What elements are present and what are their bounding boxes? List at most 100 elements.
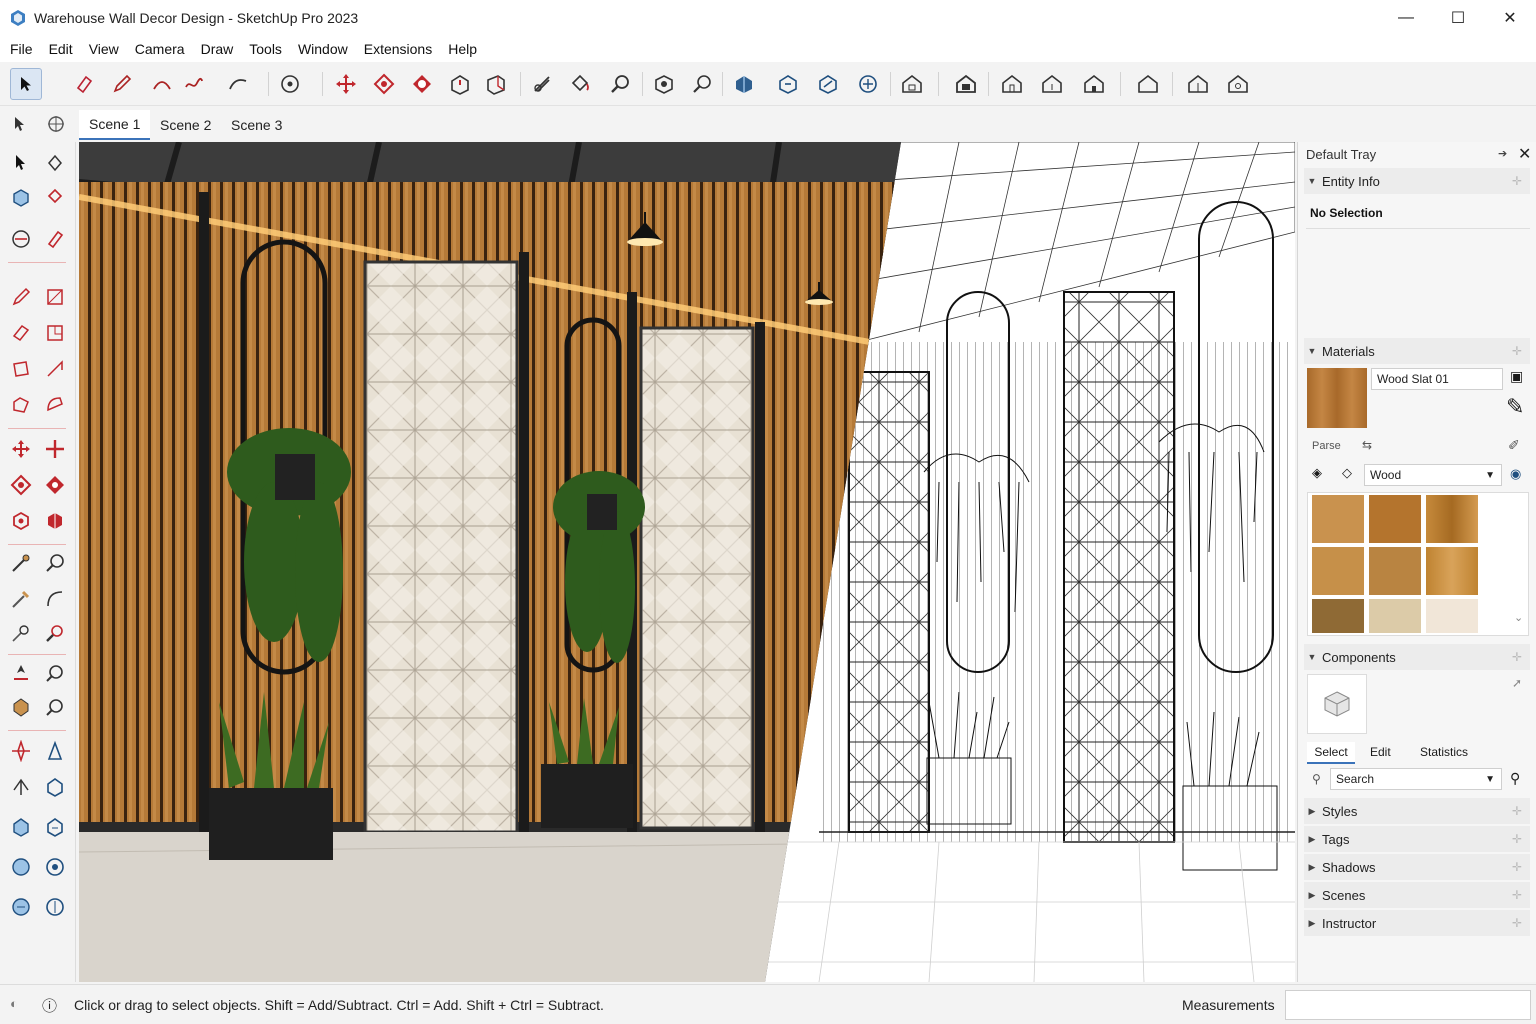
arc-tool-button[interactable] (146, 68, 178, 100)
material-link-icon[interactable]: ⇆ (1362, 438, 1372, 452)
home-nav-icon[interactable]: ◈ (1312, 465, 1322, 481)
close-button[interactable]: ✕ (1484, 0, 1536, 36)
extension-tool[interactable] (40, 812, 70, 842)
generate-report-tool[interactable] (6, 892, 36, 922)
orbit-tool-button[interactable] (274, 68, 306, 100)
extension-manager-button[interactable] (852, 68, 884, 100)
menu-help[interactable]: Help (440, 41, 485, 57)
menu-draw[interactable]: Draw (193, 41, 242, 57)
panel-pin-icon[interactable]: ✛ (1512, 832, 1522, 846)
eraser-tool-button[interactable] (68, 68, 100, 100)
orbit-view-tool[interactable] (6, 658, 36, 688)
zoom-extents-button[interactable] (648, 68, 680, 100)
look-around-tool[interactable] (40, 736, 70, 766)
follow-me-tool[interactable] (40, 470, 70, 500)
panel-pin-icon[interactable]: ✛ (1512, 174, 1522, 188)
make-component-tool[interactable] (6, 182, 36, 212)
panel-pin-icon[interactable]: ✛ (1512, 804, 1522, 818)
material-swatch[interactable] (1426, 495, 1478, 543)
menu-edit[interactable]: Edit (41, 41, 81, 57)
entity-info-header[interactable]: ▼ Entity Info ✛ (1304, 168, 1530, 194)
view-left-button[interactable] (1132, 68, 1164, 100)
material-swatch[interactable] (1369, 547, 1421, 595)
position-camera-tool[interactable] (6, 736, 36, 766)
pushpull-tool[interactable] (40, 434, 70, 464)
section-tool[interactable] (40, 618, 70, 648)
eraser-tool[interactable] (40, 224, 70, 254)
back-nav-icon[interactable]: ◇ (1342, 465, 1352, 481)
measurements-input[interactable] (1285, 990, 1531, 1020)
menu-window[interactable]: Window (290, 41, 356, 57)
tray-close-icon[interactable]: ✕ (1518, 144, 1531, 164)
scale-tool[interactable] (6, 506, 36, 536)
view-iso-button[interactable] (896, 68, 928, 100)
circle-tool[interactable] (6, 354, 36, 384)
material-swatch[interactable] (1369, 495, 1421, 543)
rotate-tool-button[interactable] (368, 68, 400, 100)
walk-tool[interactable] (6, 772, 36, 802)
pan-view-tool[interactable] (6, 692, 36, 722)
model-viewport[interactable] (79, 142, 1295, 982)
geolocation-icon[interactable]: ◐ (10, 996, 18, 1011)
panel-pin-icon[interactable]: ✛ (1512, 860, 1522, 874)
move-tool-button[interactable] (330, 68, 362, 100)
move-tool[interactable] (6, 434, 36, 464)
axes-tool[interactable] (6, 618, 36, 648)
zoom-view-tool[interactable] (40, 658, 70, 688)
panel-pin-icon[interactable]: ✛ (1512, 916, 1522, 930)
tab-scene-3[interactable]: Scene 3 (221, 110, 292, 140)
style-builder-tool[interactable] (40, 852, 70, 882)
polygon-tool[interactable] (40, 354, 70, 384)
zoom-tool-button[interactable] (604, 68, 636, 100)
components-header[interactable]: ▼ Components ✛ (1304, 644, 1530, 670)
select-tool-button[interactable] (10, 68, 42, 100)
line-tool-button[interactable] (106, 68, 138, 100)
crosshair-icon[interactable] (46, 114, 66, 137)
menu-view[interactable]: View (81, 41, 127, 57)
freehand-tool[interactable] (40, 282, 70, 312)
offset-tool-button[interactable] (480, 68, 512, 100)
layout-tool[interactable] (6, 852, 36, 882)
material-swatch[interactable] (1312, 547, 1364, 595)
instructor-header[interactable]: ▶ Instructor ✛ (1304, 910, 1530, 936)
section-plane-button[interactable] (1182, 68, 1214, 100)
create-material-icon[interactable]: ▣ (1510, 368, 1523, 385)
material-swatch[interactable] (1312, 599, 1364, 633)
freehand-tool-button[interactable] (178, 68, 210, 100)
component-search-input[interactable]: Search ▼ (1330, 768, 1502, 790)
material-swatch[interactable] (1369, 599, 1421, 633)
menu-camera[interactable]: Camera (127, 41, 193, 57)
styles-header[interactable]: ▶ Styles ✛ (1304, 798, 1530, 824)
orbit-small-tool[interactable] (6, 224, 36, 254)
menu-extensions[interactable]: Extensions (356, 41, 440, 57)
rotate-tool[interactable] (6, 470, 36, 500)
zoom-extents-view-tool[interactable] (40, 692, 70, 722)
scenes-header[interactable]: ▶ Scenes ✛ (1304, 882, 1530, 908)
menu-file[interactable]: File (2, 41, 41, 57)
eyedropper-icon[interactable]: ✐ (1508, 437, 1520, 454)
material-swatch[interactable] (1426, 547, 1478, 595)
lasso-tool[interactable] (40, 148, 70, 178)
details-icon[interactable]: ◉ (1510, 466, 1521, 482)
add-location-tool[interactable] (40, 892, 70, 922)
rotated-rectangle-tool[interactable] (40, 318, 70, 348)
minimize-button[interactable]: — (1380, 0, 1432, 36)
materials-header[interactable]: ▼ Materials ✛ (1304, 338, 1530, 364)
tape-measure-tool[interactable] (6, 548, 36, 578)
panel-pin-icon[interactable]: ✛ (1512, 888, 1522, 902)
scroll-down-icon[interactable]: ⌄ (1514, 611, 1523, 624)
view-front-button[interactable] (996, 68, 1028, 100)
select-tool[interactable] (6, 148, 36, 178)
zoom-window-button[interactable] (686, 68, 718, 100)
shapes-tool-button[interactable] (222, 68, 254, 100)
layout-button[interactable] (812, 68, 844, 100)
select-small-icon[interactable] (10, 114, 30, 137)
pushpull-tool-button[interactable] (444, 68, 476, 100)
panel-pin-icon[interactable]: ✛ (1512, 344, 1522, 358)
view-top-button[interactable] (950, 68, 982, 100)
arc-tool[interactable] (6, 390, 36, 420)
warehouse-button[interactable] (728, 68, 760, 100)
sandbox-tool[interactable] (40, 772, 70, 802)
view-right-button[interactable] (1036, 68, 1068, 100)
search-go-icon[interactable]: ⚲ (1510, 770, 1520, 787)
